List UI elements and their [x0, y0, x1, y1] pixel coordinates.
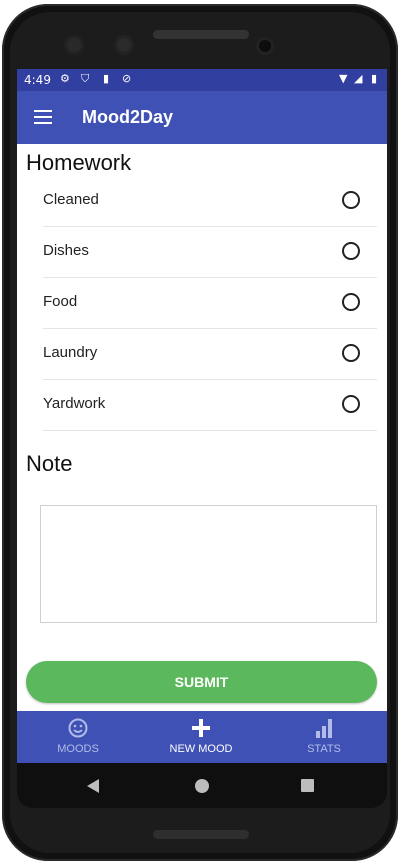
earpiece-speaker — [153, 30, 249, 39]
shield-icon: ⛉ — [81, 72, 90, 85]
sd-card-icon: ▮ — [103, 72, 110, 85]
homework-heading: Homework — [26, 150, 132, 175]
no-disturb-icon: ⊘ — [122, 72, 132, 85]
battery-icon: ▮ — [371, 72, 378, 85]
system-navigation-bar — [17, 763, 387, 808]
back-icon[interactable] — [87, 779, 99, 793]
homework-item-cleaned[interactable]: Cleaned — [43, 175, 377, 227]
proximity-sensor — [259, 40, 271, 52]
homework-item-label: Yardwork — [43, 395, 106, 412]
homework-item-label: Laundry — [43, 344, 98, 361]
smiley-icon — [68, 718, 88, 738]
plus-icon — [192, 719, 210, 737]
home-icon[interactable] — [195, 779, 209, 793]
status-bar: 4:49 ⚙ ⛉ ▮ ⊘ ▼ ◢ ▮ — [17, 69, 387, 91]
bottom-speaker — [153, 830, 249, 839]
hamburger-menu-icon[interactable] — [34, 110, 52, 124]
bar-chart-icon — [316, 719, 332, 738]
recents-icon[interactable] — [301, 779, 314, 792]
homework-item-dishes[interactable]: Dishes — [43, 226, 377, 278]
homework-item-food[interactable]: Food — [43, 277, 377, 329]
bottom-navigation: MOODS NEW MOOD STATS — [17, 711, 387, 763]
note-textarea[interactable] — [40, 505, 377, 623]
nav-item-moods[interactable]: MOODS — [28, 711, 128, 763]
homework-item-yardwork[interactable]: Yardwork — [43, 379, 377, 431]
radio-button[interactable] — [342, 344, 360, 362]
app-screen: 4:49 ⚙ ⛉ ▮ ⊘ ▼ ◢ ▮ Mood2Day Homework Cle… — [17, 69, 387, 763]
wifi-icon: ▼ — [339, 72, 348, 85]
note-heading: Note — [26, 451, 73, 476]
radio-button[interactable] — [342, 191, 360, 209]
radio-button[interactable] — [342, 242, 360, 260]
front-camera — [67, 38, 81, 52]
radio-button[interactable] — [342, 395, 360, 413]
nav-label-moods: MOODS — [57, 743, 99, 755]
nav-item-new-mood[interactable]: NEW MOOD — [151, 711, 251, 763]
homework-item-label: Food — [43, 293, 78, 310]
submit-button[interactable]: SUBMIT — [26, 661, 377, 703]
homework-item-label: Dishes — [43, 242, 89, 259]
nav-label-new-mood: NEW MOOD — [169, 743, 233, 755]
status-time: 4:49 — [24, 73, 51, 87]
homework-item-label: Cleaned — [43, 191, 99, 208]
front-sensor — [117, 38, 131, 52]
nav-item-stats[interactable]: STATS — [274, 711, 374, 763]
app-bar: Mood2Day — [17, 91, 387, 144]
radio-button[interactable] — [342, 293, 360, 311]
gear-icon: ⚙ — [60, 72, 70, 85]
homework-item-laundry[interactable]: Laundry — [43, 328, 377, 380]
app-title: Mood2Day — [82, 107, 174, 127]
signal-icon: ◢ — [354, 72, 363, 85]
nav-label-stats: STATS — [307, 743, 341, 755]
